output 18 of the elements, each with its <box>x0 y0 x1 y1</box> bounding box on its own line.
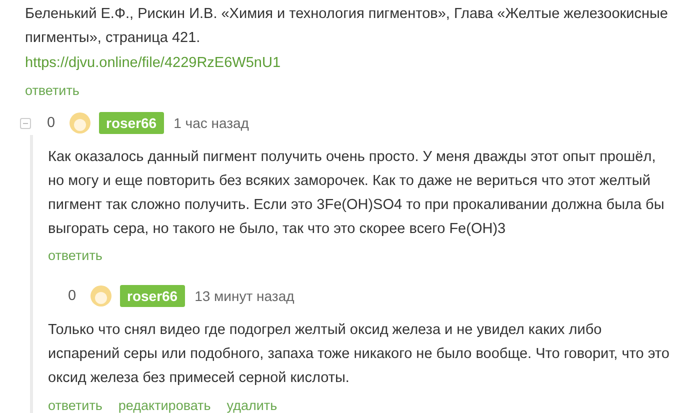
rating-count: 0 <box>47 115 56 131</box>
comment-time: 13 минут назад <box>194 288 294 304</box>
avatar-icon <box>69 112 91 134</box>
author-badge[interactable]: roser66 <box>120 285 185 307</box>
rating-count: 0 <box>68 288 78 304</box>
comment-action-link[interactable]: редактировать <box>118 396 211 413</box>
comment-text: Беленький Е.Ф., Рискин И.В. «Химия и технология пигментов», Глава «Желтые железоокисные пигменты», страница 421. <box>25 5 669 48</box>
comment-text: Как оказалось данный пигмент получить очень просто. У меня дважды этот опыт прошёл, но могу и еще повторить без всяких заморочек. Как то даже не вериться что этот желтый пигмент так сложно получить. Если это 3Fe(OH)SO4 то при прокаливании должна была бы выгорать сера, но такого не было, так что это скорее всего Fe(OH)3 <box>48 148 666 239</box>
author-badge[interactable]: roser66 <box>99 112 164 134</box>
collapse-icon[interactable] <box>20 118 31 128</box>
file-link[interactable]: https://djvu.online/file/4229RzE6W5nU1 <box>25 51 281 75</box>
comment-action-link[interactable]: ответить <box>48 246 102 266</box>
comment-action-link[interactable]: ответить <box>25 81 80 101</box>
comment-action-link[interactable]: удалить <box>226 396 278 413</box>
comment-text: Только что снял видео где подогрел желтый оксид железа и не увидел каких либо испарений серы или подобного, запаха тоже никакого не было вообще. Что говорит, что это оксид железа без примесей серной кислоты. <box>48 321 670 388</box>
comment-time: 1 час назад <box>174 115 249 131</box>
comment-action-link[interactable]: ответить <box>48 396 102 413</box>
avatar-icon <box>90 285 112 307</box>
